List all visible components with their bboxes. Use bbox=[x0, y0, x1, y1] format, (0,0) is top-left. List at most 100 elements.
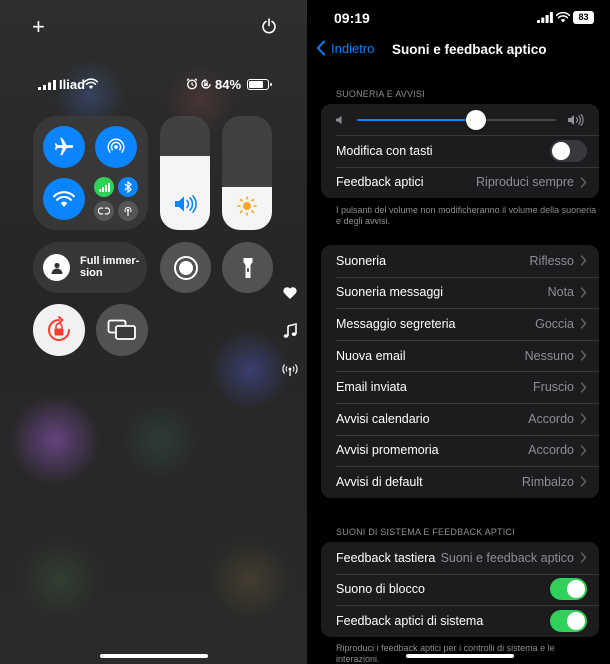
page-title: Suoni e feedback aptico bbox=[392, 42, 547, 57]
control-center: + Iliad 84% Full immer-sion bbox=[0, 0, 307, 664]
battery-icon: 83 bbox=[573, 11, 594, 24]
volume-fill bbox=[160, 155, 210, 230]
chevron-right-icon bbox=[580, 552, 587, 563]
wifi-status-icon bbox=[84, 78, 98, 89]
hotspot-toggle[interactable] bbox=[118, 201, 138, 221]
row-value: Riproduci sempre bbox=[476, 175, 574, 190]
cellular-data-icon bbox=[98, 182, 110, 192]
battery-percent: 84% bbox=[215, 77, 242, 92]
volume-high-icon bbox=[568, 114, 584, 126]
vpn-toggle[interactable] bbox=[94, 201, 114, 221]
row-label: Suoneria messaggi bbox=[336, 285, 444, 300]
sound-row-text-tone[interactable]: Suoneria messaggi Nota bbox=[321, 276, 599, 309]
brightness-icon bbox=[237, 196, 257, 216]
chevron-right-icon bbox=[580, 318, 587, 330]
orientation-lock-status-icon bbox=[201, 79, 211, 89]
music-note-icon[interactable] bbox=[282, 323, 298, 339]
settings-screen: 09:19 83 Indietro Suoni e feedback aptic… bbox=[307, 0, 610, 664]
sound-row-sent-mail[interactable]: Email inviata Fruscio bbox=[321, 371, 599, 403]
flashlight-button[interactable] bbox=[222, 242, 273, 293]
ringer-volume-row bbox=[321, 104, 599, 135]
volume-low-icon bbox=[336, 115, 342, 125]
bluetooth-icon bbox=[124, 181, 132, 193]
row-label: Messaggio segreteria bbox=[336, 316, 456, 331]
focus-button[interactable]: Full immer-sion bbox=[33, 242, 147, 293]
row-label: Feedback aptici bbox=[336, 175, 424, 190]
row-label: Feedback tastiera bbox=[336, 550, 436, 565]
back-button[interactable]: Indietro bbox=[316, 40, 374, 56]
ringer-footnote: I pulsanti del volume non modificheranno… bbox=[336, 205, 597, 226]
row-value: Accordo bbox=[528, 443, 574, 458]
chevron-left-icon bbox=[317, 40, 325, 56]
home-indicator-left[interactable] bbox=[100, 654, 208, 658]
screen-mirroring-button[interactable] bbox=[96, 304, 148, 356]
focus-label: Full immer-sion bbox=[80, 255, 140, 279]
change-with-buttons-row[interactable]: Modifica con tasti bbox=[321, 135, 599, 167]
heart-icon[interactable] bbox=[282, 285, 298, 301]
chevron-right-icon bbox=[580, 287, 587, 298]
haptics-row[interactable]: Feedback aptici Riproduci sempre bbox=[321, 166, 599, 199]
sound-row-new-mail[interactable]: Nuova email Nessuno bbox=[321, 339, 599, 372]
system-haptics-row[interactable]: Feedback aptici di sistema bbox=[321, 605, 599, 637]
ringer-group: Modifica con tasti Feedback aptici Ripro… bbox=[321, 104, 599, 199]
carrier-name: Iliad bbox=[59, 77, 86, 92]
radio-icon[interactable] bbox=[282, 362, 298, 378]
row-value: Accordo bbox=[528, 411, 574, 426]
focus-avatar-icon bbox=[43, 254, 70, 281]
add-icon[interactable]: + bbox=[32, 16, 45, 38]
wifi-icon bbox=[53, 191, 75, 207]
ringer-volume-slider[interactable] bbox=[357, 110, 556, 130]
connectivity-module[interactable] bbox=[33, 116, 148, 230]
section-header-ringer: SUONERIA E AVVISI bbox=[336, 89, 425, 99]
battery-icon bbox=[247, 79, 272, 90]
row-label: Suono di blocco bbox=[336, 582, 425, 597]
wifi-toggle[interactable] bbox=[43, 178, 85, 220]
rotation-lock-button[interactable] bbox=[33, 304, 85, 356]
sound-row-calendar-alerts[interactable]: Avvisi calendario Accordo bbox=[321, 402, 599, 435]
row-value: Nota bbox=[547, 285, 574, 300]
chevron-right-icon bbox=[580, 381, 587, 393]
chevron-right-icon bbox=[580, 476, 587, 488]
vpn-icon bbox=[98, 207, 110, 215]
section-header-system: SUONI DI SISTEMA E FEEDBACK APTICI bbox=[336, 527, 515, 537]
row-label: Feedback aptici di sistema bbox=[336, 613, 484, 628]
chevron-right-icon bbox=[580, 413, 587, 424]
alarm-icon bbox=[186, 78, 198, 90]
row-label: Avvisi promemoria bbox=[336, 443, 439, 458]
signal-icon bbox=[537, 12, 553, 23]
bluetooth-toggle[interactable] bbox=[118, 177, 138, 197]
row-value: Fruscio bbox=[533, 380, 574, 395]
row-label: Modifica con tasti bbox=[336, 143, 433, 158]
brightness-slider[interactable] bbox=[222, 116, 272, 230]
screen-record-button[interactable] bbox=[160, 242, 211, 293]
row-value: Rimbalzo bbox=[521, 474, 574, 489]
cellular-data-toggle[interactable] bbox=[94, 177, 114, 197]
hotspot-icon bbox=[124, 206, 132, 216]
chevron-right-icon bbox=[580, 255, 587, 266]
power-icon[interactable] bbox=[261, 18, 277, 34]
sound-row-default-alerts[interactable]: Avvisi di default Rimbalzo bbox=[321, 466, 599, 498]
airdrop-toggle[interactable] bbox=[95, 126, 137, 168]
change-with-buttons-toggle[interactable] bbox=[550, 139, 587, 162]
status-time: 09:19 bbox=[334, 10, 370, 26]
lock-sound-toggle[interactable] bbox=[550, 578, 587, 601]
home-indicator-right[interactable] bbox=[406, 654, 514, 658]
sounds-group: Suoneria Riflesso Suoneria messaggi Nota… bbox=[321, 245, 599, 498]
volume-slider[interactable] bbox=[160, 116, 210, 230]
back-label: Indietro bbox=[331, 40, 375, 56]
volume-icon bbox=[175, 195, 197, 213]
keyboard-feedback-row[interactable]: Feedback tastiera Suoni e feedback aptic… bbox=[321, 542, 599, 574]
sound-row-reminder-alerts[interactable]: Avvisi promemoria Accordo bbox=[321, 434, 599, 467]
system-haptics-toggle[interactable] bbox=[550, 609, 587, 632]
lock-sound-row[interactable]: Suono di blocco bbox=[321, 573, 599, 606]
ringer-volume-knob[interactable] bbox=[466, 110, 487, 130]
airplane-mode-toggle[interactable] bbox=[43, 126, 85, 168]
ringer-volume-fill bbox=[357, 119, 477, 121]
row-label: Suoneria bbox=[336, 253, 387, 268]
chevron-right-icon bbox=[580, 445, 587, 456]
row-value: Suoni e feedback aptico bbox=[440, 550, 574, 565]
chevron-right-icon bbox=[580, 350, 587, 361]
sound-row-ringtone[interactable]: Suoneria Riflesso bbox=[321, 245, 599, 277]
sound-row-voicemail[interactable]: Messaggio segreteria Goccia bbox=[321, 308, 599, 340]
airplane-mode-icon bbox=[54, 137, 74, 156]
